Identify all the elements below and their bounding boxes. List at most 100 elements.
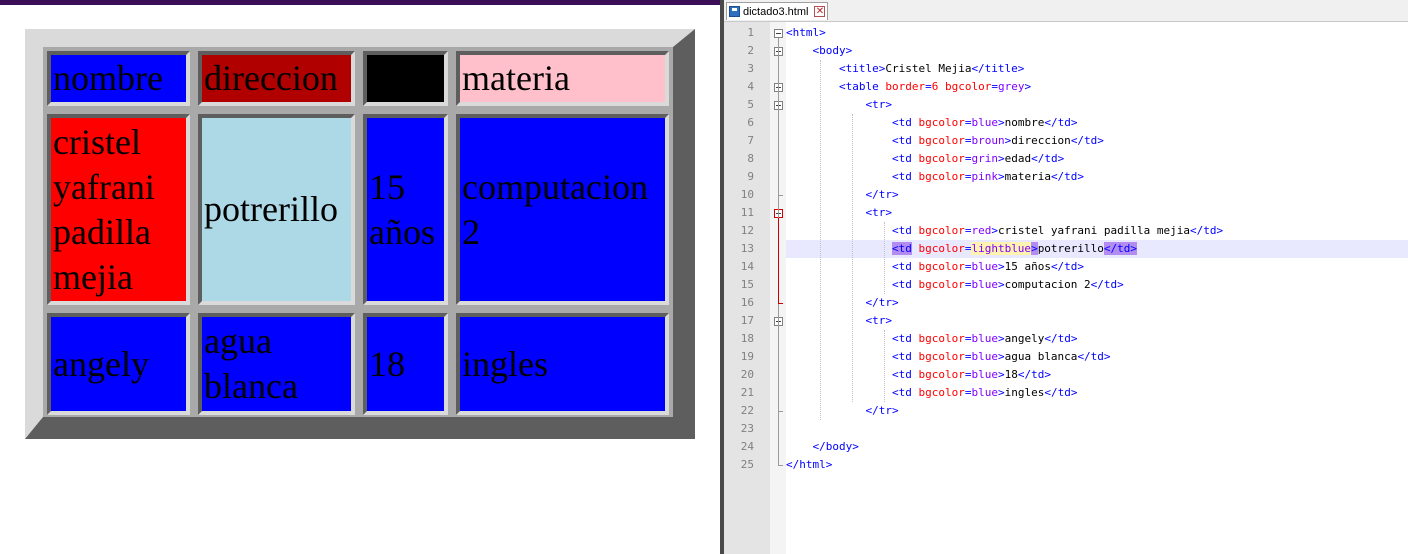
code-token: </body>: [812, 440, 859, 453]
code-token: >: [997, 368, 1005, 381]
code-line[interactable]: <tr>: [786, 96, 1408, 114]
code-token: </td>: [1050, 170, 1085, 183]
code-line[interactable]: <tr>: [786, 204, 1408, 222]
code-line[interactable]: <td bgcolor=blue>agua blanca</td>: [786, 348, 1408, 366]
code-line[interactable]: </tr>: [786, 294, 1408, 312]
code-token: </td>: [1044, 386, 1078, 399]
line-number: 3: [747, 62, 754, 75]
browser-viewport: nombre direccion materia cristel yafrani pa…: [0, 0, 720, 554]
code-token: <td: [891, 386, 919, 399]
code-token: <td: [891, 116, 919, 129]
code-token: bgcolor: [918, 386, 965, 399]
line-number: 5: [747, 98, 754, 111]
line-number: 10: [740, 188, 754, 201]
code-line[interactable]: </html>: [786, 456, 1408, 474]
code-token: </tr>: [865, 188, 899, 201]
code-token: pink: [971, 170, 998, 183]
code-line[interactable]: <td bgcolor=blue>computacion 2</td>: [786, 276, 1408, 294]
code-line[interactable]: <html>: [786, 24, 1408, 42]
line-number: 6: [747, 116, 754, 129]
code-token: blue: [971, 278, 998, 291]
code-line[interactable]: <td bgcolor=blue>angely</td>: [786, 330, 1408, 348]
code-line[interactable]: <td bgcolor=grin>edad</td>: [786, 150, 1408, 168]
code-line[interactable]: </body>: [786, 438, 1408, 456]
code-token: <tr>: [865, 98, 892, 111]
line-number: 24: [740, 440, 754, 453]
code-token: </html>: [786, 458, 833, 471]
code-line[interactable]: <title>Cristel Mejia</title>: [786, 60, 1408, 78]
code-token: </td>: [1077, 350, 1111, 363]
code-token: blue: [971, 116, 998, 129]
code-token: red: [971, 224, 992, 237]
table-cell: 18: [363, 313, 448, 415]
code-area[interactable]: <html> <body> <title>Cristel Mejia</titl…: [786, 22, 1408, 554]
code-editor: dictado3.html ✕ 1 2 3 4 5 6 7 8 9 10 11 12 13 14 15 16 1…: [724, 0, 1408, 554]
code-line[interactable]: <td bgcolor=broun>direccion</td>: [786, 132, 1408, 150]
code-token: 15 años: [1004, 260, 1051, 273]
table-cell: nombre: [47, 51, 190, 106]
code-line[interactable]: <td bgcolor=pink>materia</td>: [786, 168, 1408, 186]
code-token: >: [997, 278, 1005, 291]
line-number: 18: [740, 332, 754, 345]
line-number: 21: [740, 386, 754, 399]
table-cell: computacion 2: [456, 114, 669, 305]
code-token: <td: [891, 224, 919, 237]
code-line[interactable]: </tr>: [786, 186, 1408, 204]
code-line[interactable]: </tr>: [786, 402, 1408, 420]
code-line[interactable]: <td bgcolor=red>cristel yafrani padilla …: [786, 222, 1408, 240]
code-line[interactable]: <td bgcolor=blue>18</td>: [786, 366, 1408, 384]
code-token: >: [997, 386, 1005, 399]
indent-guide: [884, 222, 885, 294]
indent-guide: [884, 330, 885, 402]
code-token: </td>: [1190, 224, 1224, 237]
code-token: Cristel Mejia: [885, 62, 972, 75]
code-token: blue: [971, 350, 998, 363]
file-tab-label: dictado3.html: [743, 5, 809, 18]
code-token: </title>: [971, 62, 1025, 75]
code-line[interactable]: <td bgcolor=blue>nombre</td>: [786, 114, 1408, 132]
code-line[interactable]: <td bgcolor=lightblue>potrerillo</td>: [786, 240, 1408, 258]
code-token: angely: [1004, 332, 1045, 345]
code-token: <td: [891, 242, 912, 255]
file-tab[interactable]: dictado3.html ✕: [726, 2, 828, 20]
line-number: 23: [740, 422, 754, 435]
code-line[interactable]: <table border=6 bgcolor=grey>: [786, 78, 1408, 96]
code-token: direccion: [1011, 134, 1071, 147]
code-line[interactable]: [786, 420, 1408, 438]
line-number: 2: [747, 44, 754, 57]
code-token: bgcolor: [918, 224, 965, 237]
code-line[interactable]: <td bgcolor=blue>15 años</td>: [786, 258, 1408, 276]
code-token: <tr>: [865, 206, 892, 219]
line-number: 19: [740, 350, 754, 363]
code-token: >: [997, 170, 1005, 183]
save-icon: [729, 6, 740, 17]
code-token: <td: [891, 134, 919, 147]
fold-toggle-icon[interactable]: [774, 29, 783, 38]
code-token: bgcolor: [918, 278, 965, 291]
code-line[interactable]: <tr>: [786, 312, 1408, 330]
table-cell: ingles: [456, 313, 669, 415]
code-line[interactable]: <td bgcolor=blue>ingles</td>: [786, 384, 1408, 402]
code-line[interactable]: <body>: [786, 42, 1408, 60]
tab-close-button[interactable]: ✕: [814, 6, 826, 17]
code-token: =: [925, 80, 932, 93]
code-token: =: [991, 80, 998, 93]
browser-title-bar-edge: [0, 0, 720, 5]
code-token: </td>: [1050, 260, 1085, 273]
code-token: <table: [838, 80, 886, 93]
code-token: </td>: [1031, 152, 1065, 165]
rendered-table: nombre direccion materia cristel yafrani pa…: [25, 29, 695, 439]
